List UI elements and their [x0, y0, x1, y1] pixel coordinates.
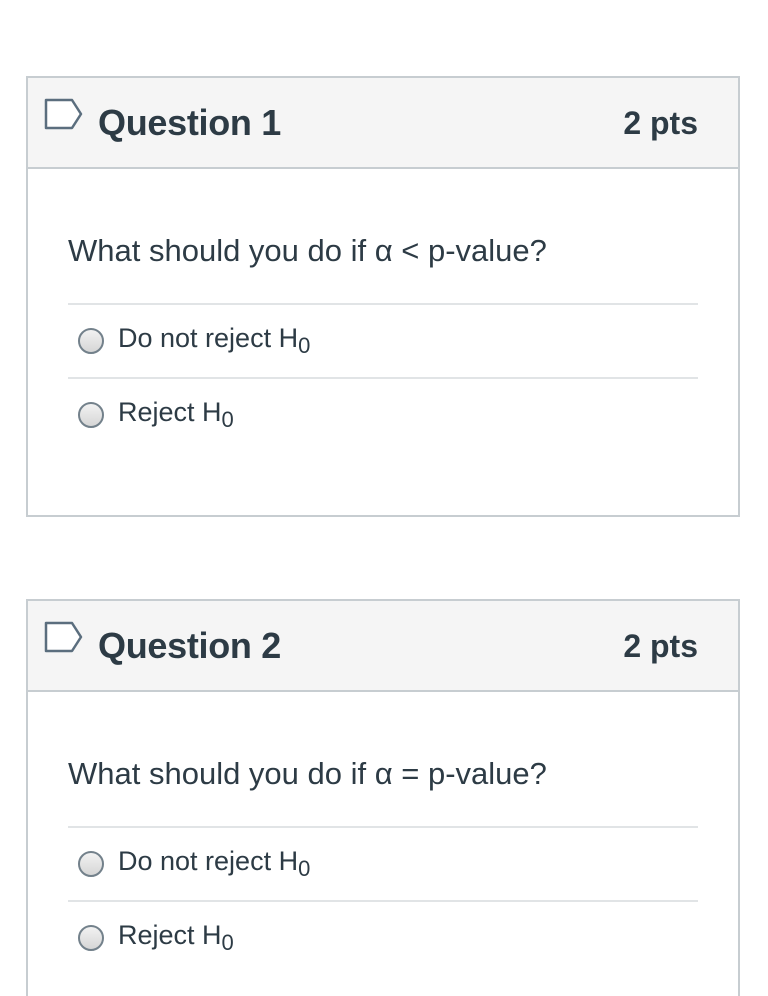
answer-label[interactable]: Do not reject H0	[118, 846, 310, 881]
quiz-page: Question 1 2 pts What should you do if α…	[0, 0, 768, 996]
question-header: Question 1 2 pts	[28, 78, 738, 169]
question-header: Question 2 2 pts	[28, 601, 738, 692]
answer-option-reject[interactable]: Reject H0	[68, 902, 698, 976]
question-body: What should you do if α < p-value? Do no…	[28, 169, 738, 453]
radio-button[interactable]	[78, 851, 104, 877]
radio-button[interactable]	[78, 402, 104, 428]
subscript: 0	[298, 333, 311, 358]
radio-button[interactable]	[78, 925, 104, 951]
answer-option-reject[interactable]: Reject H0	[68, 379, 698, 453]
answer-label[interactable]: Do not reject H0	[118, 323, 310, 358]
subscript: 0	[298, 856, 311, 881]
question-text: What should you do if α < p-value?	[68, 233, 547, 268]
answer-option-do-not-reject[interactable]: Do not reject H0	[68, 828, 698, 902]
question-body: What should you do if α = p-value? Do no…	[28, 692, 738, 976]
flag-icon[interactable]	[44, 97, 84, 131]
subscript: 0	[221, 407, 234, 432]
question-points: 2 pts	[623, 628, 698, 664]
answer-option-do-not-reject[interactable]: Do not reject H0	[68, 305, 698, 379]
subscript: 0	[221, 930, 234, 955]
question-card-2: Question 2 2 pts What should you do if α…	[26, 599, 740, 996]
answer-label[interactable]: Reject H0	[118, 397, 234, 432]
answer-list: Do not reject H0 Reject H0	[68, 826, 698, 976]
question-text: What should you do if α = p-value?	[68, 756, 547, 791]
flag-icon[interactable]	[44, 620, 84, 654]
radio-button[interactable]	[78, 328, 104, 354]
answer-list: Do not reject H0 Reject H0	[68, 303, 698, 453]
question-points: 2 pts	[623, 105, 698, 141]
answer-label[interactable]: Reject H0	[118, 920, 234, 955]
question-title: Question 1	[98, 102, 282, 143]
question-title: Question 2	[98, 625, 282, 666]
question-card-1: Question 1 2 pts What should you do if α…	[26, 76, 740, 517]
